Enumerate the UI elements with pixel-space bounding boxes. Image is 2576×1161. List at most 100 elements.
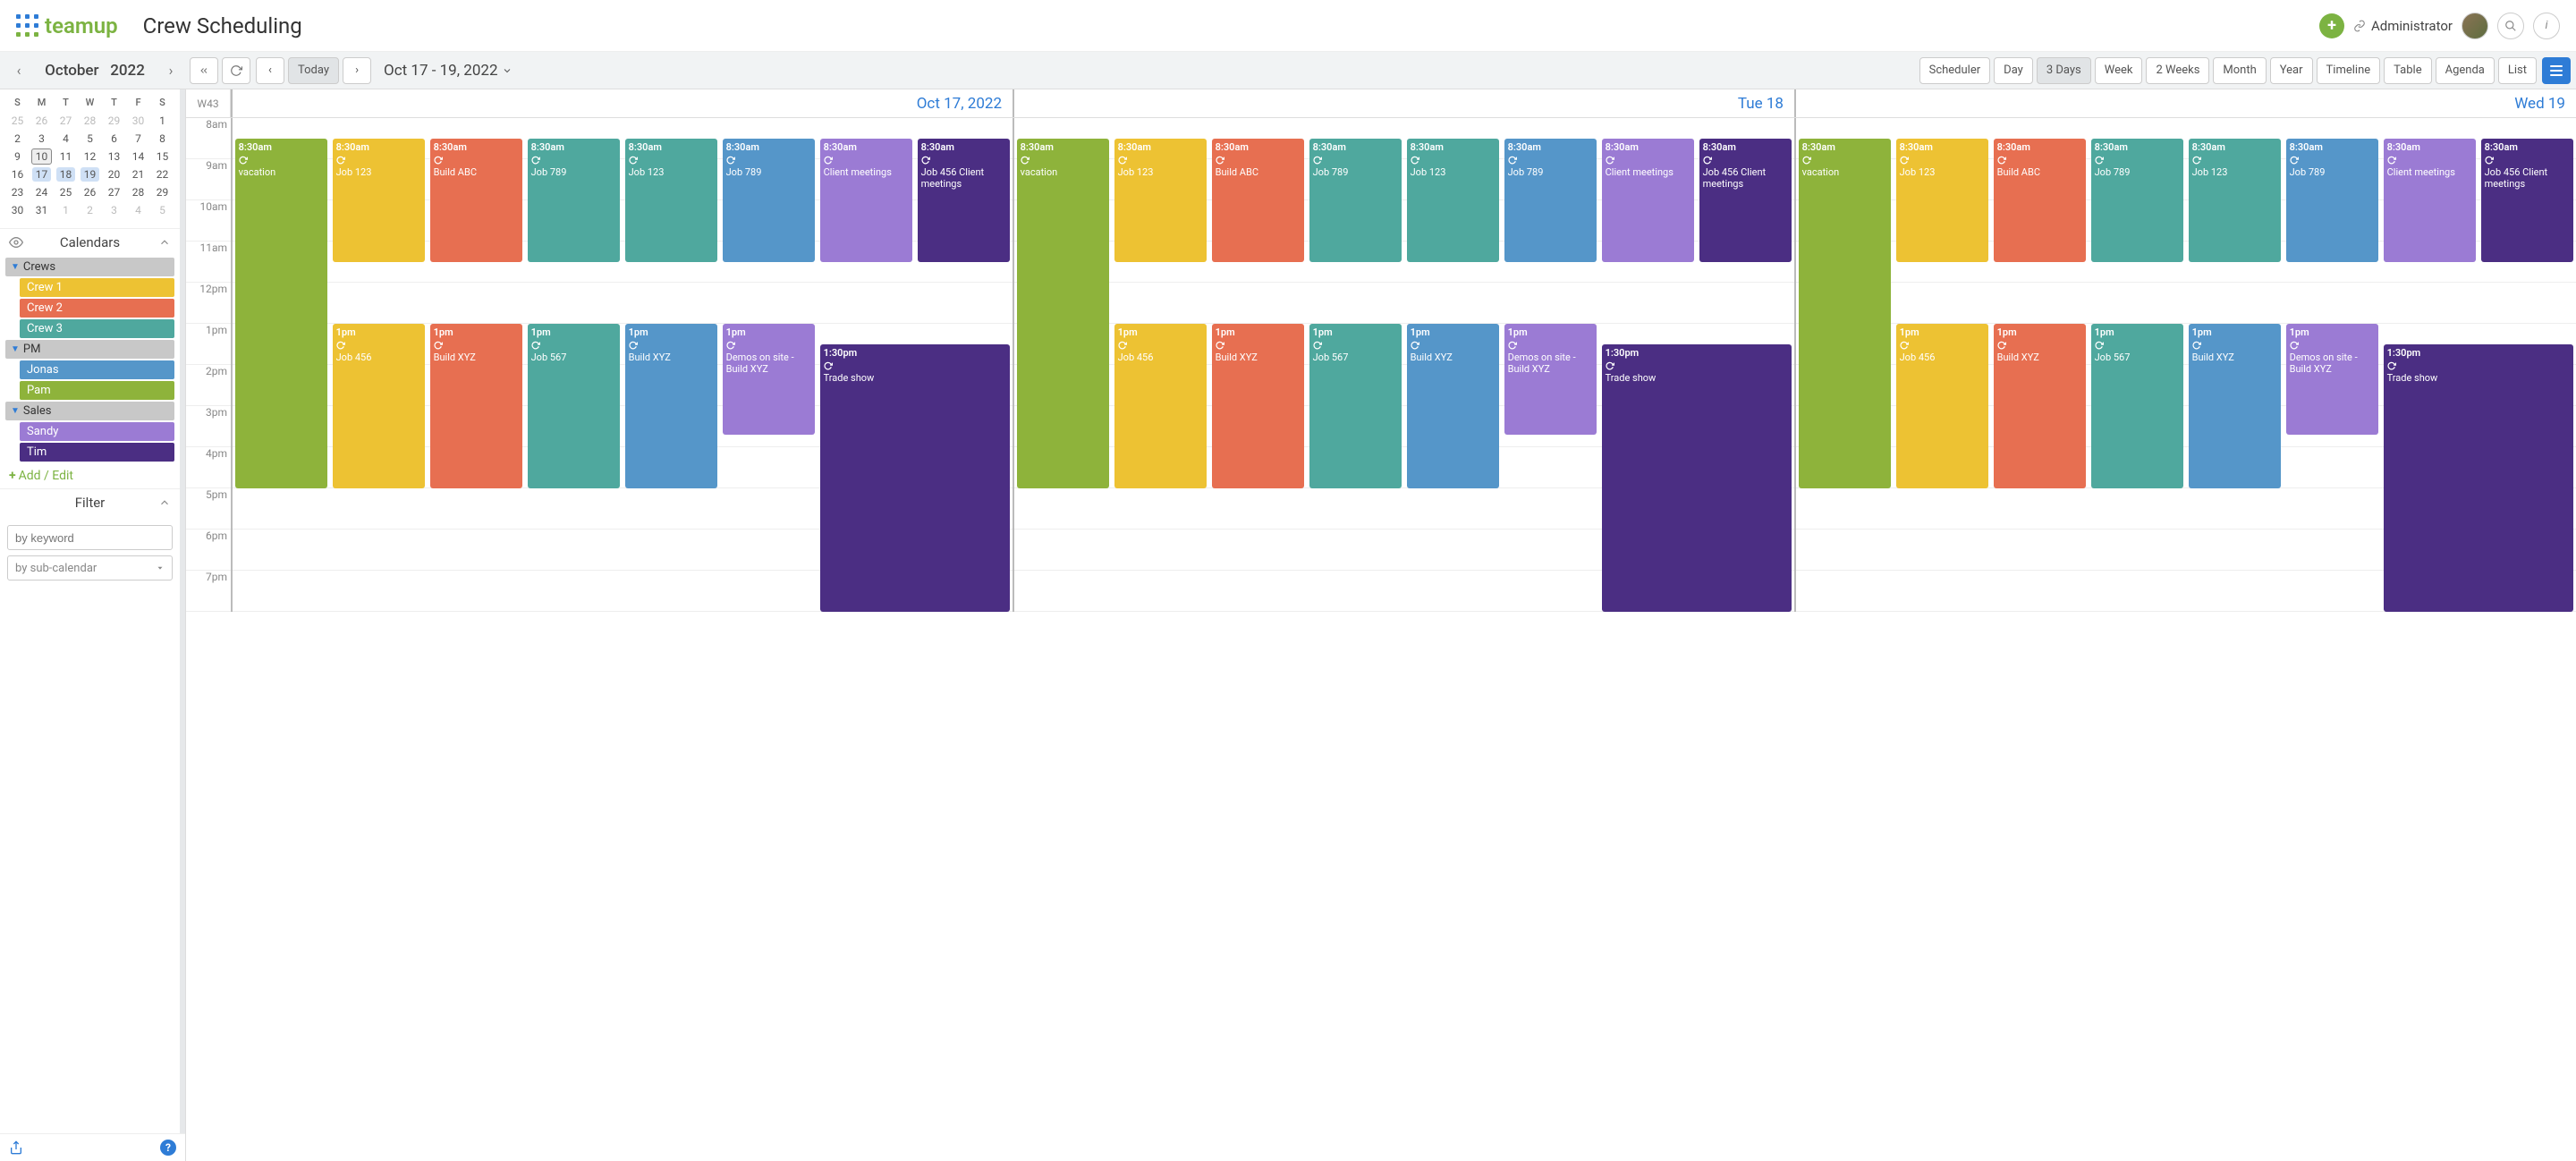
event[interactable]: 8:30am Job 123 xyxy=(1114,139,1208,262)
prev-range-button[interactable]: ‹ xyxy=(256,57,284,84)
event[interactable]: 8:30am vacation xyxy=(235,139,328,488)
avatar[interactable] xyxy=(2462,13,2488,39)
date-range-picker[interactable]: Oct 17 - 19, 2022 xyxy=(384,62,513,80)
mini-cal-day[interactable]: 17 xyxy=(30,165,54,183)
view-tab-week[interactable]: Week xyxy=(2095,57,2143,84)
event[interactable]: 8:30am Job 123 xyxy=(625,139,718,262)
event[interactable]: 1:30pm Trade show xyxy=(1602,344,1792,612)
prev-month-button[interactable]: ‹ xyxy=(9,62,29,79)
month-year-label[interactable]: October 2022 xyxy=(29,62,161,80)
event[interactable]: 1pm Build XYZ xyxy=(1407,324,1500,488)
mini-cal-day[interactable]: 9 xyxy=(5,148,30,165)
mini-cal-day[interactable]: 23 xyxy=(5,183,30,201)
day-column[interactable]: 8:30am vacation8:30am Job 1238:30am Buil… xyxy=(1013,118,1794,612)
event[interactable]: 8:30am Build ABC xyxy=(430,139,523,262)
event[interactable]: 8:30am Job 123 xyxy=(1896,139,1989,262)
view-tab-timeline[interactable]: Timeline xyxy=(2317,57,2381,84)
calendar-item[interactable]: Crew 2 xyxy=(20,299,174,318)
event[interactable]: 1pm Build XYZ xyxy=(625,324,718,488)
mini-cal-day[interactable]: 16 xyxy=(5,165,30,183)
mini-cal-day[interactable]: 7 xyxy=(126,130,150,148)
mini-cal-day[interactable]: 12 xyxy=(78,148,102,165)
mini-cal-day[interactable]: 2 xyxy=(78,201,102,219)
event[interactable]: 8:30am Job 456 Client meetings xyxy=(2481,139,2574,262)
event[interactable]: 8:30am Job 789 xyxy=(2286,139,2379,262)
mini-cal-day[interactable]: 22 xyxy=(150,165,174,183)
event[interactable]: 8:30am Job 789 xyxy=(723,139,816,262)
event[interactable]: 8:30am Job 123 xyxy=(333,139,426,262)
help-icon[interactable]: ? xyxy=(160,1140,176,1156)
view-tab-agenda[interactable]: Agenda xyxy=(2436,57,2495,84)
mini-cal-day[interactable]: 3 xyxy=(30,130,54,148)
event[interactable]: 8:30am Build ABC xyxy=(1994,139,2087,262)
filter-section-header[interactable]: Filter xyxy=(0,488,180,516)
event[interactable]: 1pm Job 567 xyxy=(1309,324,1402,488)
calendar-item[interactable]: Crew 3 xyxy=(20,319,174,338)
mini-cal-day[interactable]: 1 xyxy=(54,201,78,219)
event[interactable]: 8:30am Job 456 Client meetings xyxy=(1699,139,1792,262)
view-tab-3-days[interactable]: 3 Days xyxy=(2037,57,2091,84)
mini-cal-day[interactable]: 2 xyxy=(5,130,30,148)
next-range-button[interactable]: › xyxy=(343,57,371,84)
view-tab-table[interactable]: Table xyxy=(2384,57,2431,84)
event[interactable]: 8:30am Job 789 xyxy=(1309,139,1402,262)
admin-link[interactable]: Administrator xyxy=(2353,18,2453,34)
mini-cal-day[interactable]: 28 xyxy=(78,112,102,130)
view-tab-day[interactable]: Day xyxy=(1994,57,2033,84)
calendar-item[interactable]: Sandy xyxy=(20,422,174,441)
calendar-item[interactable]: Pam xyxy=(20,381,174,400)
mini-cal-day[interactable]: 29 xyxy=(150,183,174,201)
mini-cal-day[interactable]: 26 xyxy=(30,112,54,130)
chevron-up-icon[interactable] xyxy=(158,496,171,509)
mini-cal-day[interactable]: 30 xyxy=(126,112,150,130)
event[interactable]: 8:30am Job 123 xyxy=(1407,139,1500,262)
event[interactable]: 1pm Build XYZ xyxy=(2189,324,2282,488)
mini-cal-day[interactable]: 6 xyxy=(102,130,126,148)
mini-cal-day[interactable]: 25 xyxy=(54,183,78,201)
event[interactable]: 8:30am vacation xyxy=(1799,139,1892,488)
event[interactable]: 8:30am vacation xyxy=(1017,139,1110,488)
calendar-group-pm[interactable]: ▼PM xyxy=(5,340,174,359)
keyword-input[interactable] xyxy=(7,525,173,550)
calendar-group-sales[interactable]: ▼Sales xyxy=(5,402,174,420)
share-icon[interactable] xyxy=(9,1140,23,1155)
mini-cal-day[interactable]: 5 xyxy=(78,130,102,148)
mini-cal-day[interactable]: 8 xyxy=(150,130,174,148)
event[interactable]: 8:30am Build ABC xyxy=(1212,139,1305,262)
event[interactable]: 1pm Demos on site - Build XYZ xyxy=(723,324,816,435)
today-button[interactable]: Today xyxy=(288,57,339,84)
calendar-group-crews[interactable]: ▼Crews xyxy=(5,258,174,276)
event[interactable]: 8:30am Job 456 Client meetings xyxy=(918,139,1011,262)
event[interactable]: 1pm Job 567 xyxy=(2091,324,2184,488)
mini-cal-day[interactable]: 19 xyxy=(78,165,102,183)
event[interactable]: 1pm Demos on site - Build XYZ xyxy=(1504,324,1597,435)
mini-cal-day[interactable]: 1 xyxy=(150,112,174,130)
add-button[interactable]: + xyxy=(2319,13,2344,38)
visibility-icon[interactable] xyxy=(9,235,23,250)
mini-cal-day[interactable]: 3 xyxy=(102,201,126,219)
mini-cal-day[interactable]: 4 xyxy=(126,201,150,219)
mini-cal-day[interactable]: 27 xyxy=(54,112,78,130)
mini-cal-day[interactable]: 15 xyxy=(150,148,174,165)
info-button[interactable]: i xyxy=(2533,13,2560,39)
mini-cal-day[interactable]: 31 xyxy=(30,201,54,219)
event[interactable]: 1pm Job 456 xyxy=(333,324,426,488)
mini-cal-day[interactable]: 21 xyxy=(126,165,150,183)
event[interactable]: 8:30am Job 789 xyxy=(1504,139,1597,262)
mini-cal-day[interactable]: 30 xyxy=(5,201,30,219)
refresh-button[interactable] xyxy=(222,57,250,84)
event[interactable]: 1:30pm Trade show xyxy=(2384,344,2574,612)
logo[interactable]: teamup xyxy=(16,13,118,38)
event[interactable]: 8:30am Client meetings xyxy=(820,139,913,262)
view-tab-month[interactable]: Month xyxy=(2213,57,2266,84)
mini-cal-day[interactable]: 24 xyxy=(30,183,54,201)
event[interactable]: 1pm Build XYZ xyxy=(1212,324,1305,488)
event[interactable]: 8:30am Job 789 xyxy=(2091,139,2184,262)
event[interactable]: 1pm Job 567 xyxy=(528,324,621,488)
collapse-button[interactable] xyxy=(190,57,218,84)
calendar-item[interactable]: Jonas xyxy=(20,360,174,379)
event[interactable]: 1pm Build XYZ xyxy=(430,324,523,488)
view-tab-scheduler[interactable]: Scheduler xyxy=(1919,57,1991,84)
view-tab-2-weeks[interactable]: 2 Weeks xyxy=(2146,57,2209,84)
event[interactable]: 1pm Demos on site - Build XYZ xyxy=(2286,324,2379,435)
